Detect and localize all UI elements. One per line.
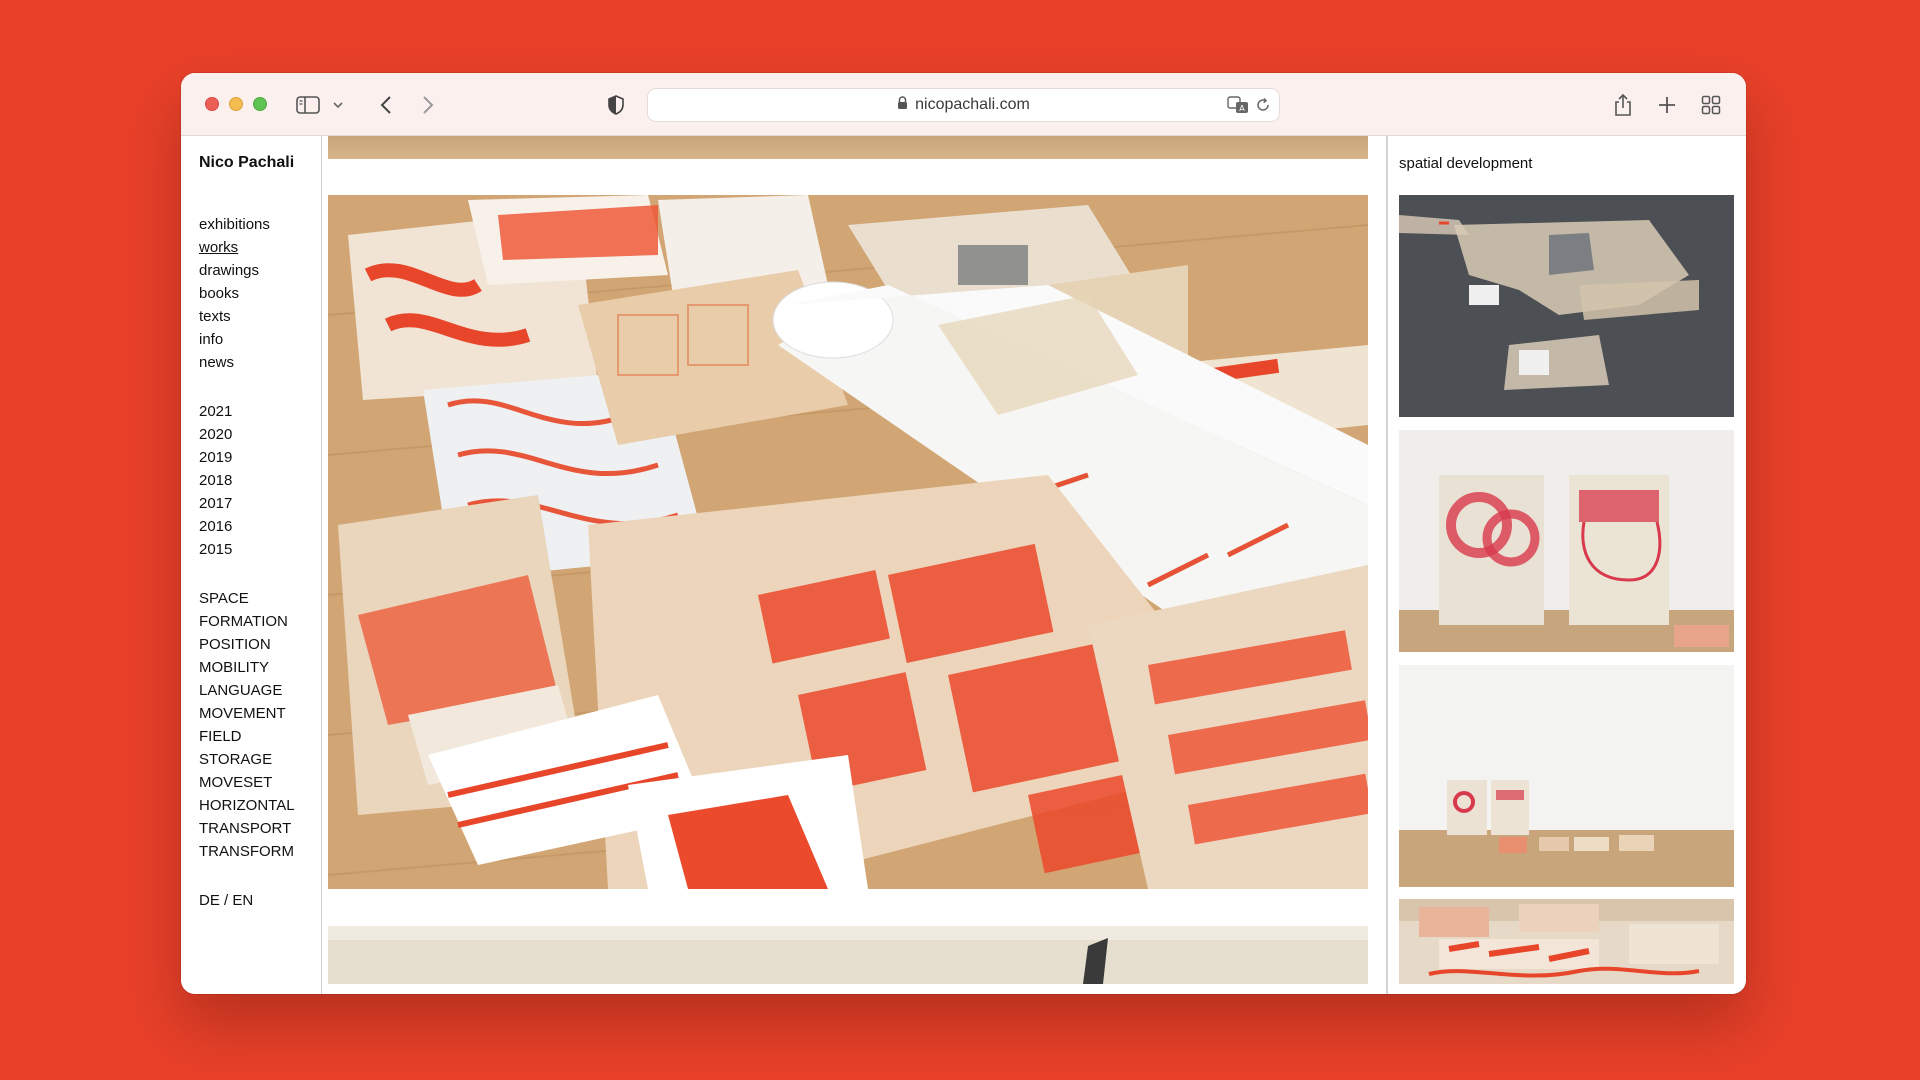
nav-link-works[interactable]: works	[199, 236, 319, 259]
zoom-window-button[interactable]	[253, 97, 267, 111]
category-link[interactable]: FORMATION	[199, 610, 319, 633]
left-divider	[321, 136, 322, 994]
plus-icon[interactable]	[1655, 91, 1679, 119]
nav-link-info[interactable]: info	[199, 328, 319, 351]
category-link[interactable]: MOVEMENT	[199, 702, 319, 725]
forward-icon[interactable]	[417, 91, 439, 119]
artwork-image-next[interactable]	[328, 926, 1368, 984]
thumbnail-image[interactable]	[1399, 899, 1734, 984]
chevron-down-icon[interactable]	[331, 91, 345, 119]
column-divider	[1386, 136, 1388, 994]
category-link[interactable]: LANGUAGE	[199, 679, 319, 702]
category-link[interactable]: POSITION	[199, 633, 319, 656]
site-title[interactable]: Nico Pachali	[199, 153, 319, 173]
category-menu: SPACE FORMATION POSITION MOBILITY LANGUA…	[199, 587, 319, 863]
year-link[interactable]: 2017	[199, 492, 319, 515]
web-page: Nico Pachali exhibitions works drawings …	[181, 136, 1746, 994]
translate-icon[interactable]: A	[1227, 96, 1249, 114]
artwork-image-main[interactable]	[328, 195, 1368, 889]
year-link[interactable]: 2016	[199, 515, 319, 538]
thumbnail-image[interactable]	[1399, 195, 1734, 417]
category-link[interactable]: SPACE	[199, 587, 319, 610]
category-link[interactable]: MOBILITY	[199, 656, 319, 679]
category-link[interactable]: HORIZONTAL	[199, 794, 319, 817]
nav-link-books[interactable]: books	[199, 282, 319, 305]
category-link[interactable]: MOVESET	[199, 771, 319, 794]
year-link[interactable]: 2020	[199, 423, 319, 446]
lang-separator: /	[224, 892, 229, 909]
section-title: spatial development	[1399, 155, 1533, 172]
category-link[interactable]: TRANSFORM	[199, 840, 319, 863]
nav-link-news[interactable]: news	[199, 351, 319, 374]
thumbnail-image[interactable]	[1399, 430, 1734, 652]
reload-icon[interactable]	[1255, 97, 1271, 113]
tab-overview-icon[interactable]	[1699, 91, 1723, 119]
browser-toolbar: nicopachali.com A	[181, 73, 1746, 136]
site-navigation: Nico Pachali exhibitions works drawings …	[199, 153, 319, 912]
close-window-button[interactable]	[205, 97, 219, 111]
nav-link-exhibitions[interactable]: exhibitions	[199, 213, 319, 236]
address-bar[interactable]: nicopachali.com A	[647, 88, 1280, 122]
year-link[interactable]: 2018	[199, 469, 319, 492]
nav-link-texts[interactable]: texts	[199, 305, 319, 328]
year-link[interactable]: 2021	[199, 400, 319, 423]
minimize-window-button[interactable]	[229, 97, 243, 111]
category-link[interactable]: FIELD	[199, 725, 319, 748]
language-switcher: DE / EN	[199, 889, 319, 912]
back-icon[interactable]	[375, 91, 397, 119]
lock-icon	[897, 95, 908, 115]
share-icon[interactable]	[1611, 91, 1635, 119]
main-menu: exhibitions works drawings books texts i…	[199, 213, 319, 374]
year-menu: 2021 2020 2019 2018 2017 2016 2015	[199, 400, 319, 561]
url-text: nicopachali.com	[915, 96, 1030, 113]
year-link[interactable]: 2015	[199, 538, 319, 561]
lang-en-link[interactable]: EN	[232, 892, 253, 909]
category-link[interactable]: TRANSPORT	[199, 817, 319, 840]
category-link[interactable]: STORAGE	[199, 748, 319, 771]
shield-icon[interactable]	[605, 91, 627, 119]
artwork-image-previous[interactable]	[328, 136, 1368, 159]
year-link[interactable]: 2019	[199, 446, 319, 469]
svg-text:A: A	[1239, 104, 1245, 113]
sidebar-icon[interactable]	[295, 91, 321, 119]
browser-window: nicopachali.com A Nico Pachali exhibitio…	[181, 73, 1746, 994]
thumbnail-image[interactable]	[1399, 665, 1734, 887]
lang-de-link[interactable]: DE	[199, 892, 220, 909]
nav-link-drawings[interactable]: drawings	[199, 259, 319, 282]
